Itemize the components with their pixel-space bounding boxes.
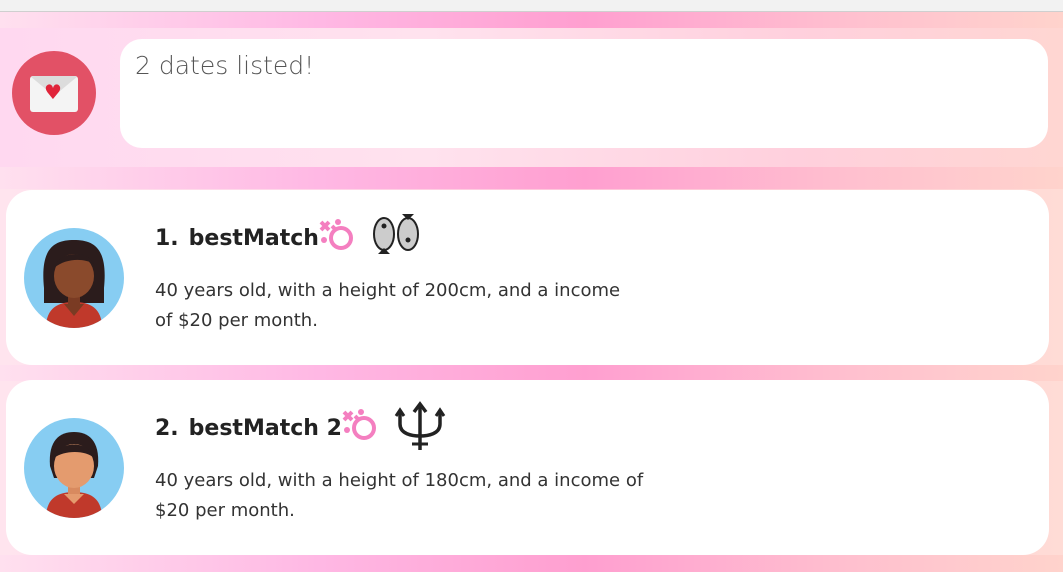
result-message: 2 dates listed! — [135, 51, 315, 80]
decorative-band — [0, 167, 1063, 189]
female-gender-icon — [339, 404, 381, 449]
mail-avatar: ♥ — [12, 51, 96, 135]
trident-icon — [392, 400, 448, 457]
envelope-heart-icon: ♥ — [30, 76, 78, 112]
female-gender-icon — [316, 214, 358, 259]
woman-short-hair-avatar-icon — [24, 418, 124, 518]
result-message-box: 2 dates listed! — [120, 39, 1048, 148]
date-card[interactable]: 1. bestMatch 40 years old, with a height … — [6, 190, 1049, 365]
date-description: 40 years old, with a height of 180cm, an… — [155, 470, 644, 521]
date-description: 40 years old, with a height of 200cm, an… — [155, 280, 621, 331]
decorative-band — [0, 555, 1063, 572]
date-name: 1. bestMatch — [155, 226, 319, 251]
date-name: 2. bestMatch 2 — [155, 416, 342, 441]
window-top-bar — [0, 0, 1063, 12]
woman-long-hair-avatar-icon — [24, 228, 124, 328]
decorative-band — [0, 365, 1063, 381]
date-card[interactable]: 2. bestMatch 2 40 years old, with a heigh… — [6, 380, 1049, 555]
pisces-icon — [370, 210, 422, 267]
